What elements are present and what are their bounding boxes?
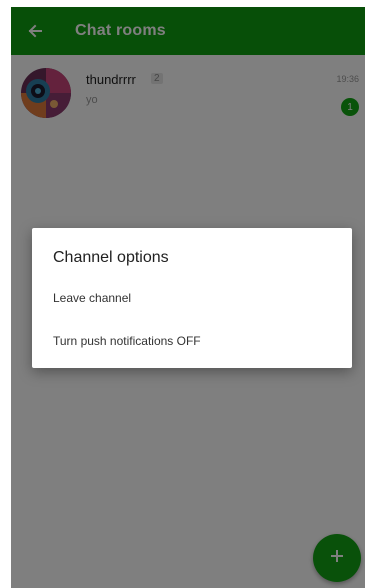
- channel-options-dialog: Channel options Leave channel Turn push …: [32, 228, 352, 368]
- leave-channel-option[interactable]: Leave channel: [32, 279, 352, 317]
- dialog-title: Channel options: [53, 249, 169, 266]
- push-notifications-option[interactable]: Turn push notifications OFF: [32, 322, 352, 360]
- phone-screen: Chat rooms thundrrrr 2 yo 19:36 1: [11, 7, 365, 588]
